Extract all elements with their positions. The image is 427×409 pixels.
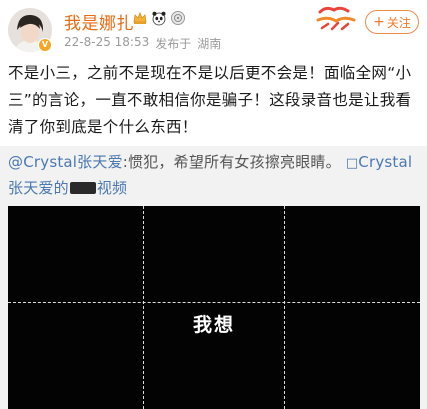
video-link-part2[interactable]: 张天爱的	[8, 179, 69, 197]
video-player[interactable]: 我想	[8, 206, 420, 409]
repost-message: :惯犯，希望所有女孩擦亮眼睛。	[122, 153, 341, 171]
redaction-mark	[69, 182, 96, 194]
crown-icon	[133, 11, 147, 24]
verified-badge-icon: V	[38, 38, 52, 52]
repost-card[interactable]: @Crystal张天爱:惯犯，希望所有女孩擦亮眼睛。 □Crystal 张天爱的…	[0, 146, 427, 409]
video-link-icon: □	[345, 156, 359, 171]
post-date: 22-8-25 18:53	[64, 35, 150, 49]
video-link-part1[interactable]: Crystal	[358, 153, 412, 171]
plus-icon: +	[373, 14, 385, 30]
weibo-post: V 我是娜扎 22-8-25 18:53 发布于 湖南 + 关注 不是小三，之前…	[0, 0, 427, 409]
grid-line-h1	[8, 302, 420, 303]
post-location: 湖南	[197, 37, 222, 51]
video-caption: 我想	[192, 314, 235, 336]
follow-label: 关注	[386, 15, 411, 30]
grid-line-v2	[284, 206, 285, 409]
follow-button[interactable]: + 关注	[365, 10, 419, 34]
video-link-part3[interactable]: 视频	[97, 179, 127, 197]
panda-icon	[152, 11, 166, 26]
username[interactable]: 我是娜扎	[64, 9, 134, 34]
grid-line-v1	[143, 206, 144, 409]
user-badges	[132, 10, 186, 26]
mention-link[interactable]: @Crystal张天爱	[8, 153, 123, 171]
vip-icon	[171, 11, 185, 25]
repost-text-block: @Crystal张天爱:惯犯，希望所有女孩擦亮眼睛。 □Crystal 张天爱的…	[8, 150, 420, 200]
source-prefix: 发布于	[155, 37, 192, 51]
post-text: 不是小三，之前不是现在不是以后更不会是！面临全网“小三”的言论，一直不敢相信你是…	[8, 64, 412, 136]
post-meta: 22-8-25 18:53 发布于 湖南	[64, 35, 221, 52]
sticker-icon	[314, 4, 358, 34]
